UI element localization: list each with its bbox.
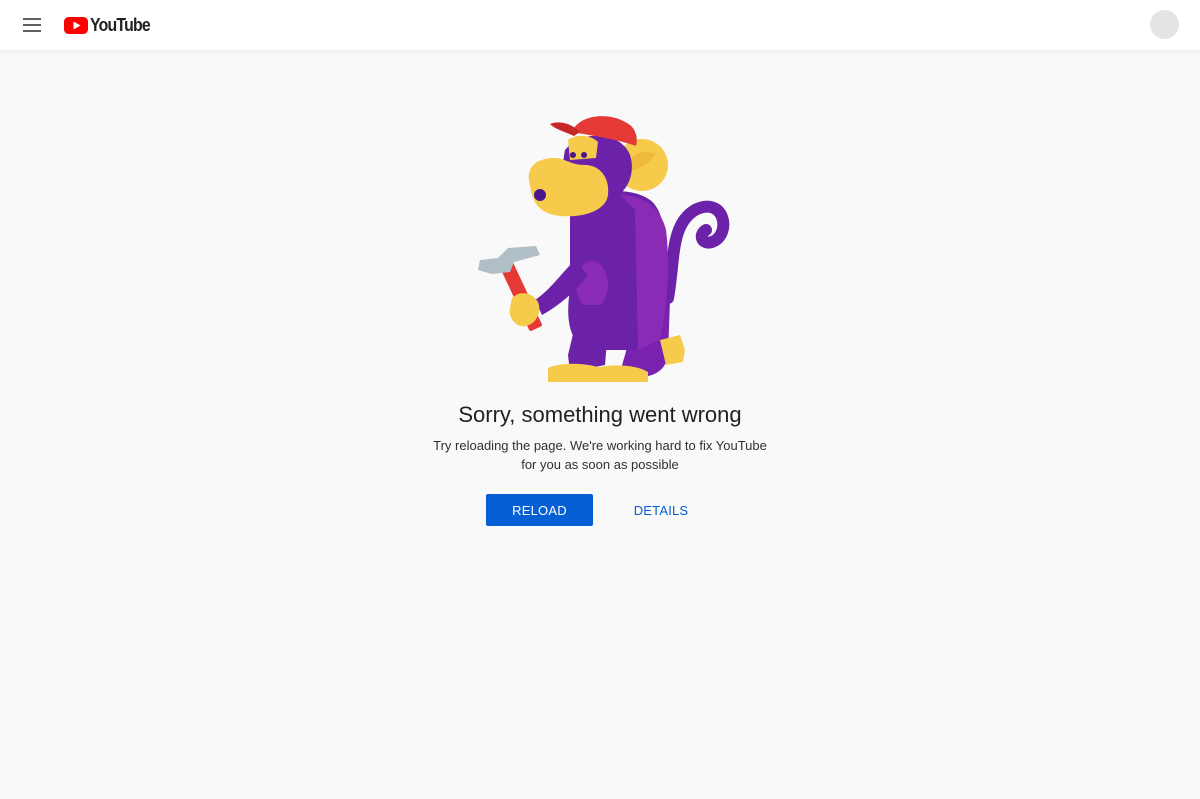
- hamburger-menu-icon: [23, 18, 41, 32]
- masthead: YouTube: [0, 0, 1200, 50]
- monkey-tail: [662, 200, 730, 304]
- reload-button[interactable]: RELOAD: [486, 494, 593, 526]
- error-message-line-2: for you as soon as possible: [521, 457, 679, 472]
- error-message-line-1: Try reloading the page. We're working ha…: [433, 438, 767, 453]
- error-title: Sorry, something went wrong: [458, 402, 742, 427]
- monkey-nostril: [534, 189, 546, 201]
- youtube-wordmark: YouTube: [90, 14, 151, 35]
- account-avatar[interactable]: [1150, 10, 1179, 39]
- youtube-play-icon: [64, 16, 88, 34]
- monkey-eye-right: [581, 152, 587, 158]
- youtube-logo[interactable]: YouTube: [64, 14, 158, 36]
- hammer-head: [478, 246, 540, 274]
- monkey-eye-left: [570, 152, 576, 158]
- guide-menu-button[interactable]: [14, 7, 50, 43]
- details-button[interactable]: DETAILS: [620, 494, 702, 526]
- monkey-illustration: [478, 116, 730, 382]
- error-message: Try reloading the page. We're working ha…: [420, 436, 780, 474]
- monkey-hat-brim: [550, 122, 580, 136]
